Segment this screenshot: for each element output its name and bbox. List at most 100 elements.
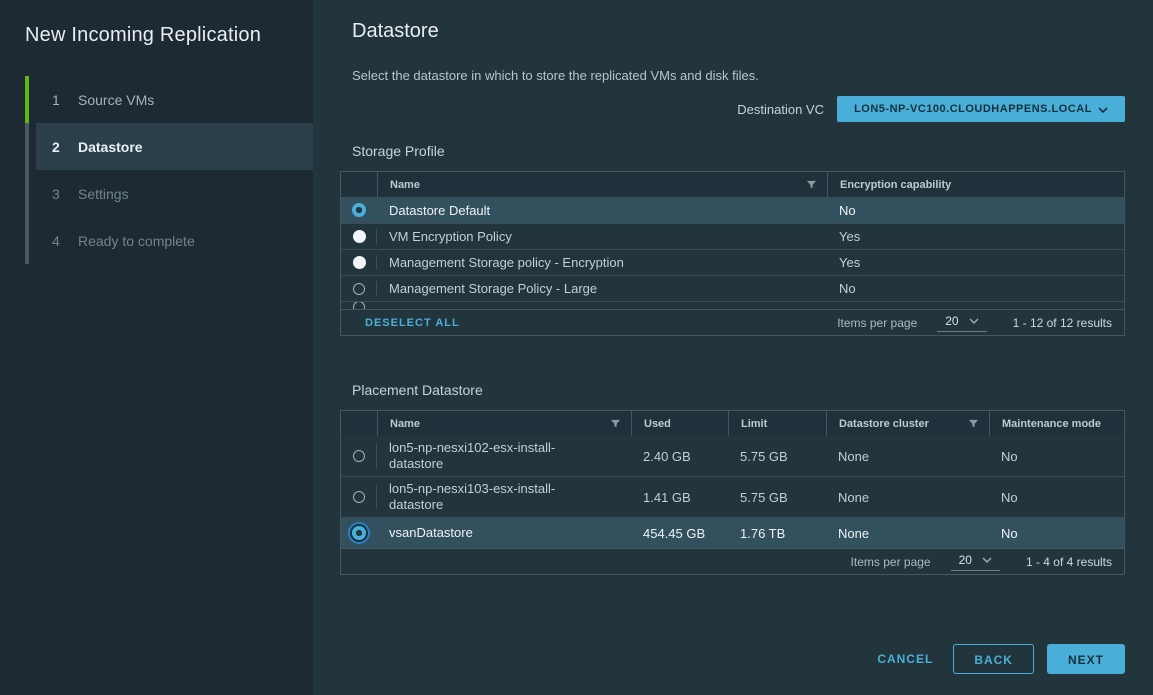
deselect-all-button[interactable]: DESELECT ALL bbox=[365, 317, 460, 329]
radio-unselected[interactable] bbox=[353, 450, 365, 462]
wizard-steps: 1 Source VMs 2 Datastore 3 Settings bbox=[25, 76, 313, 264]
table-row[interactable]: lon5-np-nesxi103-esx-install-datastore 1… bbox=[341, 476, 1124, 517]
step-label: Datastore bbox=[78, 139, 143, 155]
step-ready-to-complete[interactable]: 4 Ready to complete bbox=[25, 217, 313, 264]
table-row[interactable]: Datastore Default No bbox=[341, 197, 1124, 223]
radio-selected[interactable] bbox=[352, 526, 366, 540]
profile-name: Management Storage Policy - Large bbox=[377, 281, 827, 296]
table-row[interactable]: Management Storage Policy - Large No bbox=[341, 275, 1124, 301]
results-count: 1 - 12 of 12 results bbox=[1013, 316, 1112, 330]
used-value: 1.41 GB bbox=[631, 490, 728, 505]
items-per-page-label: Items per page bbox=[837, 316, 917, 330]
items-per-page-select[interactable]: 20 bbox=[937, 314, 986, 332]
items-per-page-label: Items per page bbox=[851, 555, 931, 569]
maintenance-value: No bbox=[989, 490, 1126, 505]
back-button[interactable]: BACK bbox=[953, 644, 1034, 674]
table-header-row: Name Encryption capability bbox=[341, 172, 1124, 197]
step-settings[interactable]: 3 Settings bbox=[25, 170, 313, 217]
step-progress-bar bbox=[25, 123, 29, 170]
next-button[interactable]: NEXT bbox=[1047, 644, 1125, 674]
destination-vc-label: Destination VC bbox=[737, 102, 824, 117]
page-title: Datastore bbox=[352, 20, 1153, 43]
datastore-name: vsanDatastore bbox=[377, 521, 631, 545]
storage-profile-heading: Storage Profile bbox=[352, 143, 1153, 159]
wizard-sidebar: New Incoming Replication 1 Source VMs 2 … bbox=[0, 0, 313, 695]
chevron-down-icon bbox=[969, 318, 979, 325]
step-number: 3 bbox=[52, 186, 68, 202]
datastore-name: lon5-np-nesxi103-esx-install-datastore bbox=[377, 477, 631, 517]
radio-selected[interactable] bbox=[352, 203, 366, 217]
encryption-capability: Yes bbox=[827, 229, 1126, 244]
radio-column-header bbox=[341, 172, 377, 197]
column-header-used[interactable]: Used bbox=[631, 411, 728, 436]
radio-column-header bbox=[341, 411, 377, 436]
wizard-main-panel: Datastore Select the datastore in which … bbox=[313, 0, 1153, 695]
column-header-name[interactable]: Name bbox=[377, 172, 827, 197]
table-header-row: Name Used Limit Datastore cluster bbox=[341, 411, 1124, 436]
step-number: 2 bbox=[52, 139, 68, 155]
used-value: 2.40 GB bbox=[631, 449, 728, 464]
step-progress-bar bbox=[25, 76, 29, 123]
radio-unselected[interactable] bbox=[353, 230, 366, 243]
table-row[interactable]: Management Storage policy - Encryption Y… bbox=[341, 249, 1124, 275]
chevron-down-icon bbox=[1098, 107, 1108, 114]
table-row[interactable]: vsanDatastore 454.45 GB 1.76 TB None No bbox=[341, 517, 1124, 548]
filter-icon[interactable] bbox=[806, 179, 817, 190]
encryption-capability: No bbox=[827, 203, 1126, 218]
table-footer: DESELECT ALL Items per page 20 1 - 12 of… bbox=[341, 309, 1124, 335]
step-label: Source VMs bbox=[78, 92, 154, 108]
column-header-maintenance-mode[interactable]: Maintenance mode bbox=[989, 411, 1126, 436]
encryption-capability: No bbox=[827, 281, 1126, 296]
items-per-page-select[interactable]: 20 bbox=[951, 553, 1000, 571]
column-header-limit[interactable]: Limit bbox=[728, 411, 826, 436]
cluster-value: None bbox=[826, 490, 989, 505]
column-header-name[interactable]: Name bbox=[377, 411, 631, 436]
cluster-value: None bbox=[826, 449, 989, 464]
table-row[interactable]: VM Encryption Policy Yes bbox=[341, 223, 1124, 249]
step-number: 4 bbox=[52, 233, 68, 249]
maintenance-value: No bbox=[989, 526, 1126, 541]
storage-profile-table: Name Encryption capability Datastore Def… bbox=[340, 171, 1125, 336]
destination-vc-row: Destination VC LON5-NP-VC100.CLOUDHAPPEN… bbox=[340, 96, 1125, 122]
profile-name: Datastore Default bbox=[377, 203, 827, 218]
destination-vc-select[interactable]: LON5-NP-VC100.CLOUDHAPPENS.LOCAL bbox=[837, 96, 1125, 122]
limit-value: 5.75 GB bbox=[728, 449, 826, 464]
step-label: Settings bbox=[78, 186, 129, 202]
filter-icon[interactable] bbox=[968, 418, 979, 429]
step-source-vms[interactable]: 1 Source VMs bbox=[25, 76, 313, 123]
chevron-down-icon bbox=[982, 557, 992, 564]
profile-name: VM Encryption Policy bbox=[377, 229, 827, 244]
cluster-value: None bbox=[826, 526, 989, 541]
step-label: Ready to complete bbox=[78, 233, 195, 249]
radio-unselected[interactable] bbox=[353, 283, 365, 295]
destination-vc-value: LON5-NP-VC100.CLOUDHAPPENS.LOCAL bbox=[854, 103, 1092, 115]
filter-icon[interactable] bbox=[610, 418, 621, 429]
wizard-actions: CANCEL BACK NEXT bbox=[867, 644, 1125, 674]
profile-name: Management Storage policy - Encryption bbox=[377, 255, 827, 270]
results-count: 1 - 4 of 4 results bbox=[1026, 555, 1112, 569]
wizard-title: New Incoming Replication bbox=[25, 24, 313, 47]
limit-value: 1.76 TB bbox=[728, 526, 826, 541]
column-header-encryption[interactable]: Encryption capability bbox=[827, 172, 1126, 197]
column-header-datastore-cluster[interactable]: Datastore cluster bbox=[826, 411, 989, 436]
table-row-clipped[interactable] bbox=[341, 301, 1124, 309]
radio-unselected[interactable] bbox=[353, 491, 365, 503]
radio-unselected bbox=[353, 301, 365, 309]
table-footer: Items per page 20 1 - 4 of 4 results bbox=[341, 548, 1124, 574]
used-value: 454.45 GB bbox=[631, 526, 728, 541]
step-datastore[interactable]: 2 Datastore bbox=[25, 123, 313, 170]
page-description: Select the datastore in which to store t… bbox=[352, 68, 1153, 83]
datastore-name: lon5-np-nesxi102-esx-install-datastore bbox=[377, 436, 631, 476]
step-progress-bar bbox=[25, 217, 29, 264]
cancel-button[interactable]: CANCEL bbox=[867, 644, 943, 674]
step-number: 1 bbox=[52, 92, 68, 108]
limit-value: 5.75 GB bbox=[728, 490, 826, 505]
maintenance-value: No bbox=[989, 449, 1126, 464]
encryption-capability: Yes bbox=[827, 255, 1126, 270]
placement-datastore-heading: Placement Datastore bbox=[352, 382, 1153, 398]
new-incoming-replication-wizard: New Incoming Replication 1 Source VMs 2 … bbox=[0, 0, 1153, 695]
step-progress-bar bbox=[25, 170, 29, 217]
placement-datastore-table: Name Used Limit Datastore cluster bbox=[340, 410, 1125, 575]
radio-unselected[interactable] bbox=[353, 256, 366, 269]
table-row[interactable]: lon5-np-nesxi102-esx-install-datastore 2… bbox=[341, 436, 1124, 476]
